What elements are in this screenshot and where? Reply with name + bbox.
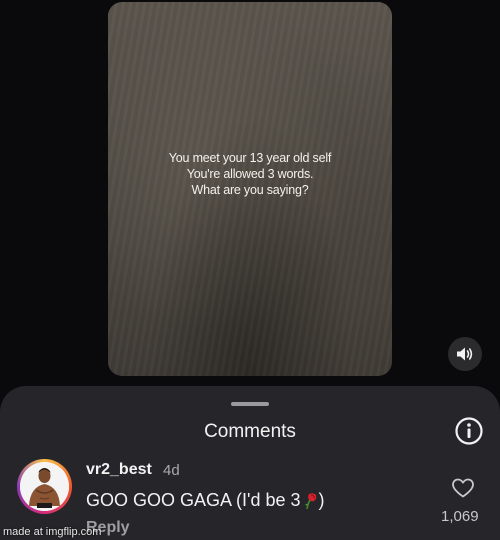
- comments-sheet: Comments vr2_best 4d GOO GOO GAGA (I'd b…: [0, 386, 500, 540]
- rose-emoji-icon: [304, 492, 316, 509]
- heart-icon[interactable]: [452, 478, 474, 498]
- like-count: 1,069: [441, 508, 479, 525]
- comment-username[interactable]: vr2_best: [86, 461, 152, 479]
- avatar[interactable]: [17, 459, 72, 514]
- video-caption: You meet your 13 year old self You're al…: [108, 150, 392, 198]
- caption-line: You meet your 13 year old self: [168, 151, 332, 165]
- video-player[interactable]: You meet your 13 year old self You're al…: [108, 2, 392, 376]
- avatar-image: [20, 462, 69, 511]
- comments-title: Comments: [204, 421, 296, 442]
- comment-text-main: GOO GOO GAGA (I'd be 3: [86, 490, 301, 510]
- comment-text-end: ): [318, 490, 325, 510]
- caption-line: What are you saying?: [191, 183, 309, 197]
- comment-text: GOO GOO GAGA (I'd be 3 ): [86, 490, 325, 511]
- volume-button[interactable]: [448, 337, 482, 371]
- watermark: made at imgflip.com: [3, 526, 102, 538]
- speaker-icon: [457, 347, 473, 361]
- comment-timestamp: 4d: [163, 462, 180, 479]
- drag-handle[interactable]: [231, 402, 269, 406]
- info-icon[interactable]: [454, 416, 484, 446]
- screen: You meet your 13 year old self You're al…: [0, 0, 500, 540]
- caption-line: You're allowed 3 words.: [186, 167, 314, 181]
- person-icon: [20, 462, 69, 511]
